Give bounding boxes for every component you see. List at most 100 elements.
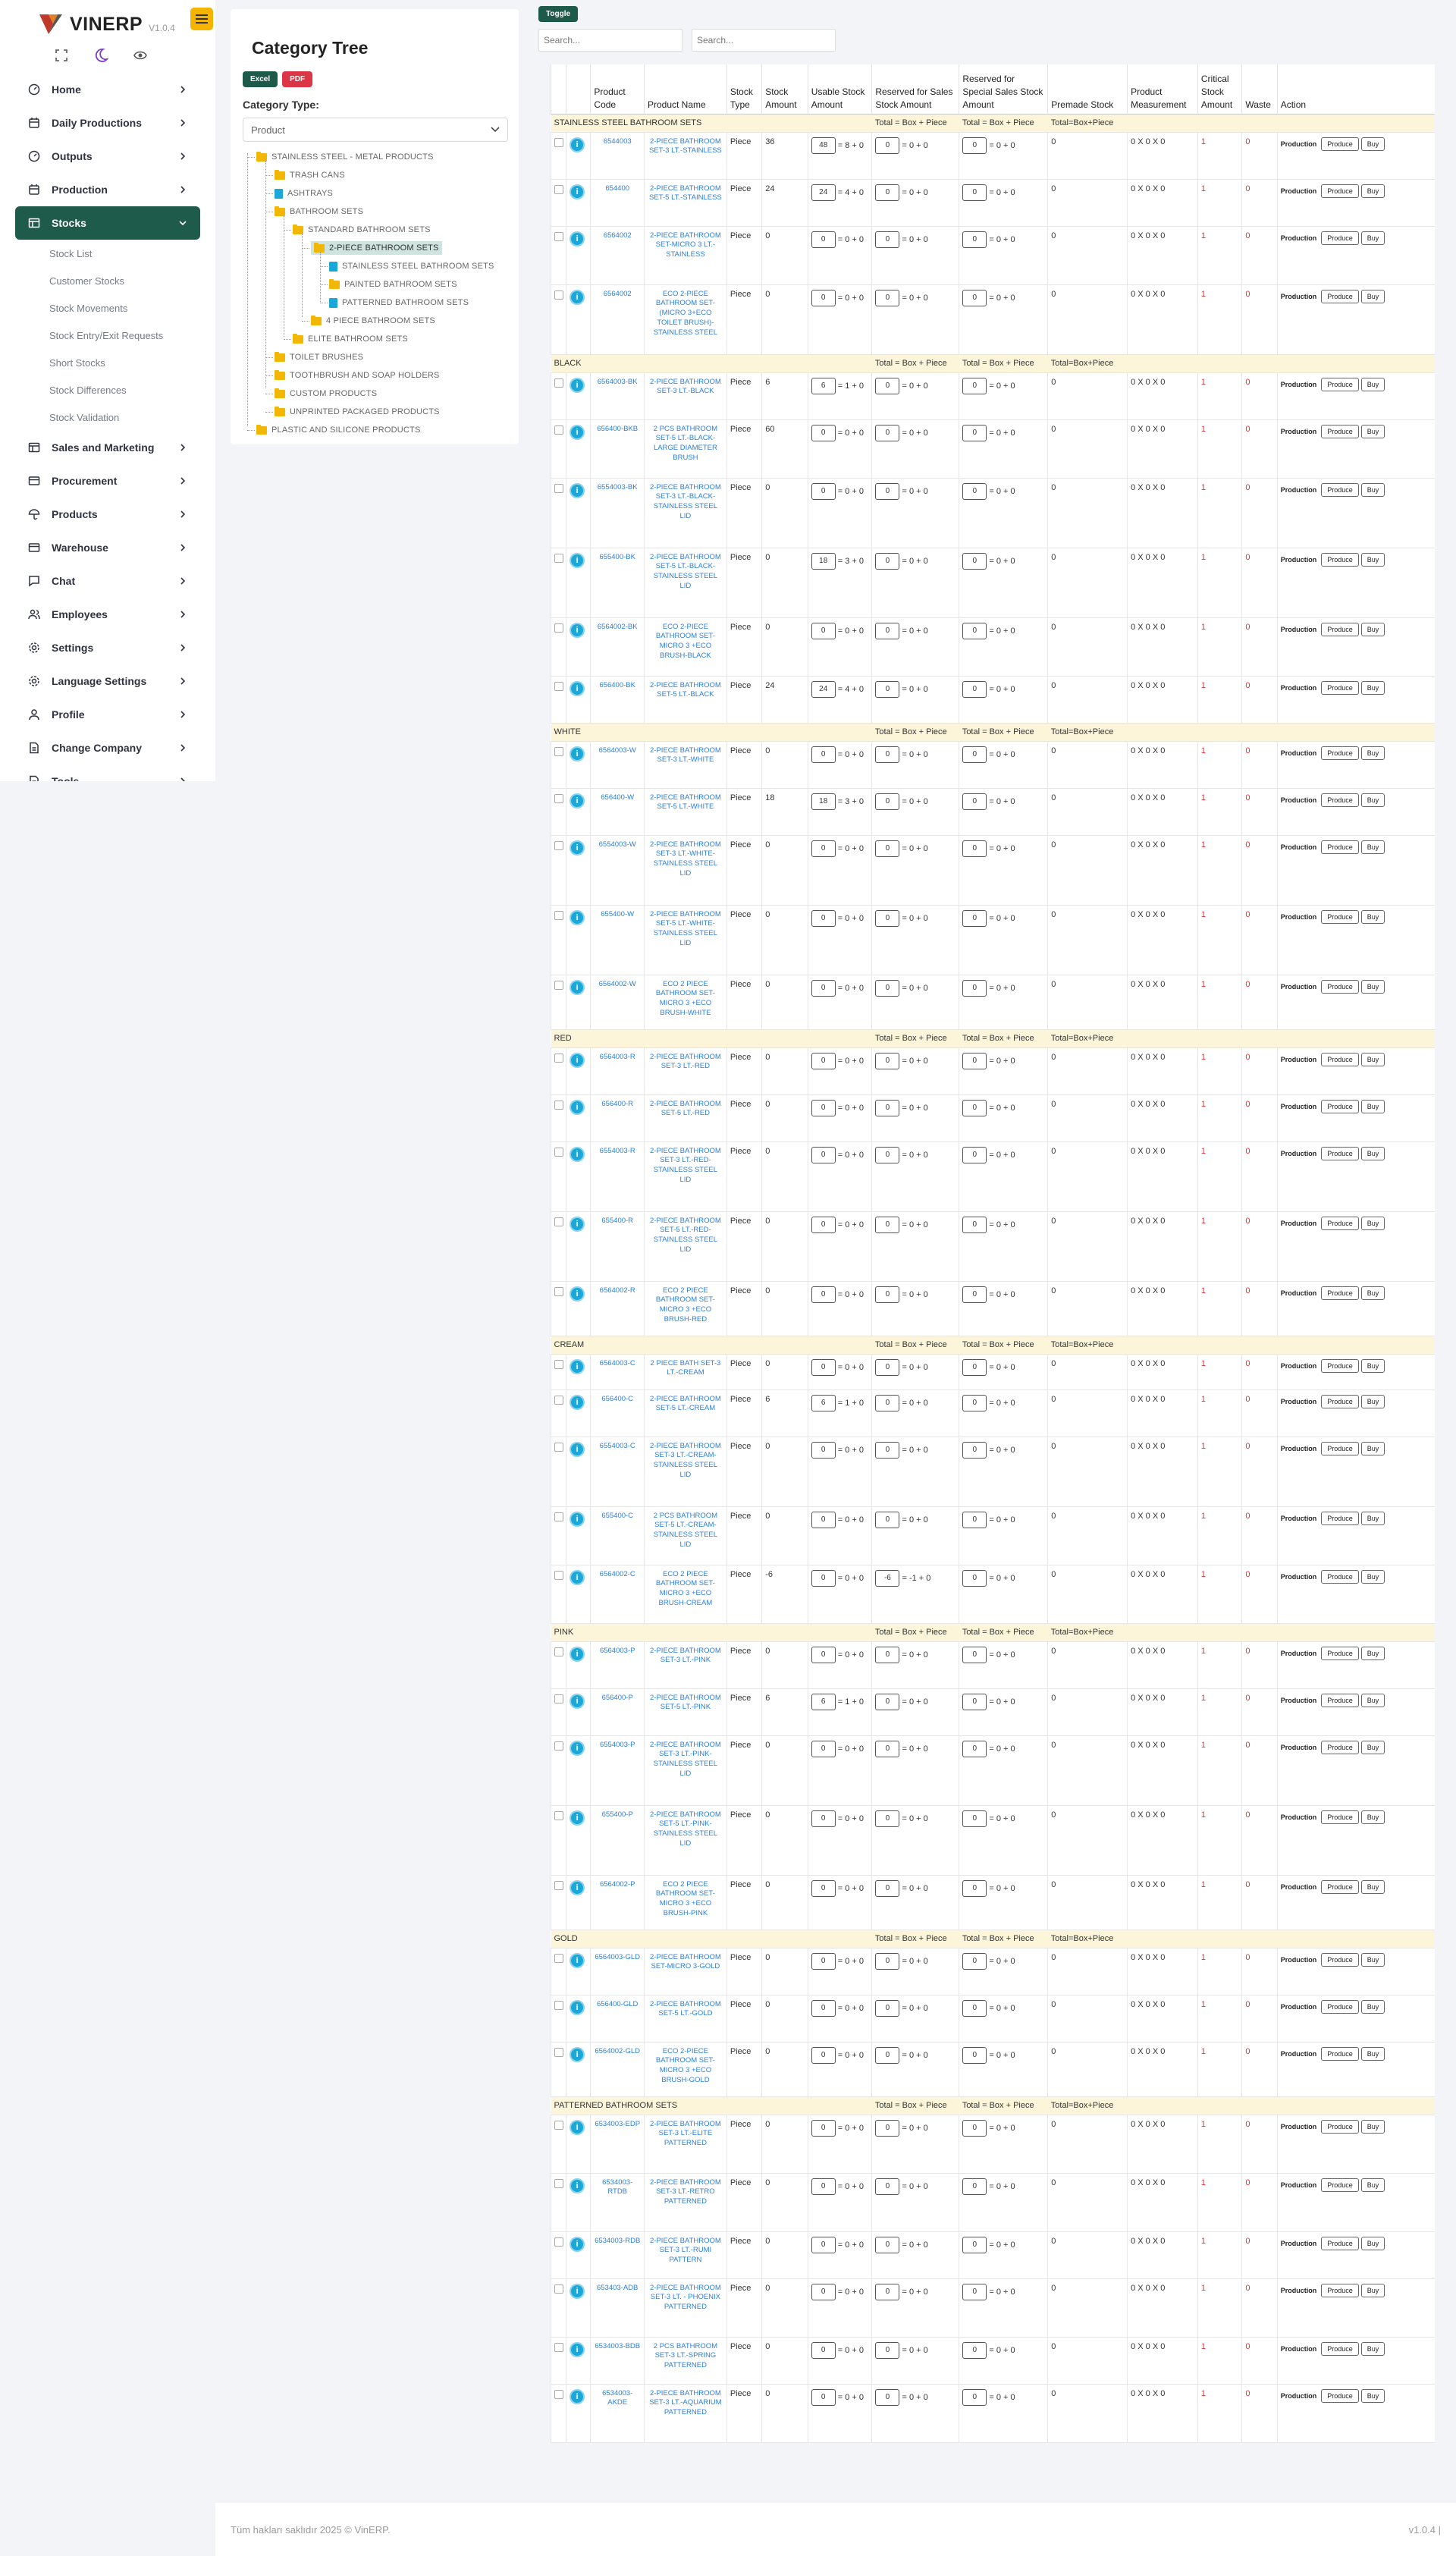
usable-stock-input[interactable]: 0 (811, 1999, 836, 2017)
reserved-sales-input[interactable]: 0 (875, 793, 900, 810)
reserved-special-input[interactable]: 0 (962, 377, 987, 394)
reserved-sales-input[interactable]: 0 (875, 840, 900, 857)
production-link[interactable]: Production (1281, 1289, 1317, 1297)
produce-button[interactable]: Produce (1321, 231, 1359, 245)
production-link[interactable]: Production (1281, 428, 1317, 435)
product-code-link[interactable]: 655400-BK (594, 553, 641, 563)
row-checkbox[interactable] (554, 1100, 563, 1110)
row-checkbox[interactable] (554, 2237, 563, 2247)
row-checkbox[interactable] (554, 553, 563, 563)
reserved-sales-input[interactable]: 0 (875, 1693, 900, 1710)
reserved-special-input[interactable]: 0 (962, 1952, 987, 1970)
product-code-link[interactable]: 656400-BKB (594, 425, 641, 435)
reserved-sales-input[interactable]: 0 (875, 1511, 900, 1528)
row-checkbox[interactable] (554, 2178, 563, 2188)
usable-stock-input[interactable]: 0 (811, 1879, 836, 1897)
product-code-link[interactable]: 655400-R (594, 1217, 641, 1226)
info-icon[interactable]: i (570, 377, 585, 393)
info-icon[interactable]: i (570, 1441, 585, 1457)
reserved-special-input[interactable]: 0 (962, 1052, 987, 1069)
production-link[interactable]: Production (1281, 1697, 1317, 1704)
product-code-link[interactable]: 656400-P (594, 1694, 641, 1703)
product-code-link[interactable]: 656400-BK (594, 681, 641, 691)
product-code-link[interactable]: 6544003 (594, 137, 641, 147)
info-icon[interactable]: i (570, 622, 585, 638)
usable-stock-input[interactable]: 0 (811, 979, 836, 997)
reserved-sales-input[interactable]: 0 (875, 2341, 900, 2359)
buy-button[interactable]: Buy (1360, 482, 1385, 497)
production-link[interactable]: Production (1281, 684, 1317, 692)
usable-stock-input[interactable]: 0 (811, 2178, 836, 2195)
reserved-sales-input[interactable]: 0 (875, 1441, 900, 1459)
reserved-sales-input[interactable]: 0 (875, 1999, 900, 2017)
buy-button[interactable]: Buy (1360, 909, 1385, 924)
reserved-special-input[interactable]: 0 (962, 1646, 987, 1663)
pdf-export-button[interactable]: PDF (282, 71, 313, 87)
info-icon[interactable]: i (570, 793, 585, 809)
row-checkbox[interactable] (554, 1395, 563, 1405)
buy-button[interactable]: Buy (1360, 1952, 1385, 1967)
reserved-special-input[interactable]: 0 (962, 1216, 987, 1233)
production-link[interactable]: Production (1281, 749, 1317, 757)
product-code-link[interactable]: 6564003-C (594, 1359, 641, 1369)
reserved-sales-input[interactable]: 0 (875, 1099, 900, 1116)
reserved-sales-input[interactable]: 0 (875, 979, 900, 997)
row-checkbox[interactable] (554, 980, 563, 990)
production-link[interactable]: Production (1281, 983, 1317, 991)
reserved-sales-input[interactable]: 0 (875, 1740, 900, 1757)
produce-button[interactable]: Produce (1321, 1740, 1359, 1754)
product-code-link[interactable]: 656400-W (594, 793, 641, 803)
usable-stock-input[interactable]: 0 (811, 1441, 836, 1459)
tree-node-toilet-brushes[interactable]: TOILET BRUSHES (275, 350, 363, 364)
buy-button[interactable]: Buy (1360, 2283, 1385, 2297)
usable-stock-input[interactable]: 24 (811, 184, 836, 201)
reserved-sales-input[interactable]: 0 (875, 1646, 900, 1663)
info-icon[interactable]: i (570, 680, 585, 696)
info-icon[interactable]: i (570, 137, 585, 152)
reserved-sales-input[interactable]: 0 (875, 137, 900, 154)
nav-item-procurement[interactable]: Procurement (15, 464, 200, 498)
usable-stock-input[interactable]: 0 (811, 289, 836, 306)
buy-button[interactable]: Buy (1360, 1879, 1385, 1894)
buy-button[interactable]: Buy (1360, 1052, 1385, 1066)
produce-button[interactable]: Produce (1321, 2236, 1359, 2250)
reserved-sales-input[interactable]: 0 (875, 2283, 900, 2300)
usable-stock-input[interactable]: 0 (811, 1569, 836, 1587)
production-link[interactable]: Production (1281, 2392, 1317, 2400)
production-link[interactable]: Production (1281, 187, 1317, 195)
buy-button[interactable]: Buy (1360, 840, 1385, 854)
row-checkbox[interactable] (554, 1442, 563, 1452)
reserved-sales-input[interactable]: 0 (875, 680, 900, 698)
reserved-special-input[interactable]: 0 (962, 1441, 987, 1459)
production-link[interactable]: Production (1281, 1883, 1317, 1891)
reserved-sales-input[interactable]: 0 (875, 184, 900, 201)
usable-stock-input[interactable]: 0 (811, 2388, 836, 2406)
production-link[interactable]: Production (1281, 1056, 1317, 1063)
production-link[interactable]: Production (1281, 843, 1317, 851)
reserved-special-input[interactable]: 0 (962, 2388, 987, 2406)
buy-button[interactable]: Buy (1360, 1146, 1385, 1160)
eye-icon[interactable] (132, 47, 149, 64)
production-link[interactable]: Production (1281, 486, 1317, 494)
reserved-sales-input[interactable]: 0 (875, 1146, 900, 1163)
product-code-link[interactable]: 6554003-P (594, 1741, 641, 1751)
buy-button[interactable]: Buy (1360, 746, 1385, 760)
reserved-sales-input[interactable]: 0 (875, 909, 900, 927)
product-code-link[interactable]: 6564002 (594, 231, 641, 241)
tree-node-toothbrush-and-soap-holders[interactable]: TOOTHBRUSH AND SOAP HOLDERS (275, 369, 440, 382)
usable-stock-input[interactable]: 0 (811, 2283, 836, 2300)
product-code-link[interactable]: 6534003-EDP (594, 2120, 641, 2130)
reserved-special-input[interactable]: 0 (962, 746, 987, 763)
info-icon[interactable]: i (570, 231, 585, 246)
row-checkbox[interactable] (554, 1053, 563, 1063)
excel-export-button[interactable]: Excel (243, 71, 278, 87)
usable-stock-input[interactable]: 0 (811, 1099, 836, 1116)
row-checkbox[interactable] (554, 483, 563, 493)
tree-node-ashtrays[interactable]: ASHTRAYS (275, 187, 333, 200)
info-icon[interactable]: i (570, 2341, 585, 2357)
buy-button[interactable]: Buy (1360, 1286, 1385, 1300)
buy-button[interactable]: Buy (1360, 1358, 1385, 1373)
production-link[interactable]: Production (1281, 1445, 1317, 1452)
usable-stock-input[interactable]: 0 (811, 1511, 836, 1528)
row-checkbox[interactable] (554, 2389, 563, 2399)
